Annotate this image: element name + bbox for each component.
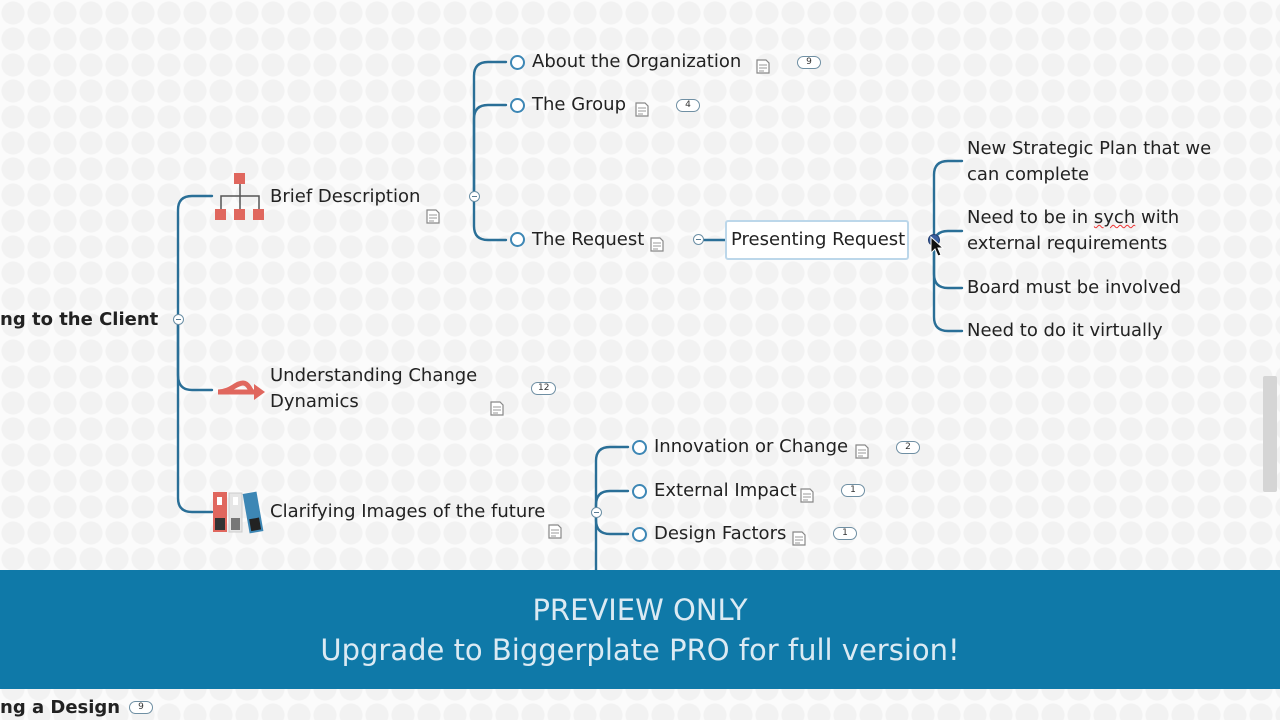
topic-presenting-request[interactable]: Presenting Request <box>731 227 905 253</box>
org-chart-icon <box>215 173 264 220</box>
count-badge: 1 <box>841 484 865 497</box>
topic-understanding-change[interactable]: Understanding Change Dynamics <box>270 363 477 415</box>
topic-understanding-change-line2: Dynamics <box>270 391 359 412</box>
topic-bubble-icon <box>510 55 525 70</box>
mouse-cursor-icon <box>930 236 944 257</box>
topic-bubble-icon <box>510 232 525 247</box>
future-collapse-button[interactable] <box>591 507 602 518</box>
root-collapse-button[interactable] <box>173 314 184 325</box>
count-badge: 4 <box>676 99 700 112</box>
topic-strategic-plan[interactable]: New Strategic Plan that we can complete <box>967 136 1227 188</box>
vertical-scrollbar-thumb[interactable] <box>1263 376 1277 492</box>
note-icon[interactable] <box>756 59 770 74</box>
topic-bubble-icon <box>632 440 647 455</box>
note-icon[interactable] <box>490 401 504 416</box>
connector-future-innovation <box>594 445 630 514</box>
brief-collapse-button[interactable] <box>469 191 480 202</box>
count-badge: 9 <box>797 56 821 69</box>
topic-understanding-change-line1: Understanding Change <box>270 365 478 386</box>
note-icon[interactable] <box>548 524 562 539</box>
topic-the-group[interactable]: The Group <box>532 92 626 118</box>
topic-the-request[interactable]: The Request <box>532 227 644 253</box>
topic-about-organization[interactable]: About the Organization <box>532 49 741 75</box>
topic-design-factors[interactable]: Design Factors <box>654 521 786 547</box>
preview-banner-title: PREVIEW ONLY <box>532 593 748 627</box>
split-arrow-icon <box>217 380 265 400</box>
topic-do-virtually[interactable]: Need to do it virtually <box>967 318 1163 344</box>
note-icon[interactable] <box>800 488 814 503</box>
misspelled-word: sych <box>1093 207 1136 228</box>
topic-external-requirements-text-a: Need to be in <box>967 207 1094 228</box>
topic-board-involved[interactable]: Board must be involved <box>967 275 1181 301</box>
request-collapse-button[interactable] <box>693 234 704 245</box>
topic-brief-description[interactable]: Brief Description <box>270 184 420 210</box>
count-badge: 1 <box>833 527 857 540</box>
note-icon[interactable] <box>635 102 649 117</box>
topic-clarifying-images[interactable]: Clarifying Images of the future <box>270 499 545 525</box>
note-icon[interactable] <box>650 237 664 252</box>
connector-root-change <box>176 318 214 392</box>
count-badge: 9 <box>129 701 153 714</box>
connector-brief-about <box>472 60 508 198</box>
connector-root-brief <box>176 194 214 322</box>
topic-bubble-icon <box>510 98 525 113</box>
topic-external-impact[interactable]: External Impact <box>654 478 797 504</box>
preview-banner: PREVIEW ONLY Upgrade to Biggerplate PRO … <box>0 570 1280 689</box>
connector-presenting-item1 <box>932 159 964 242</box>
note-icon[interactable] <box>792 531 806 546</box>
count-badge: 2 <box>896 441 920 454</box>
note-icon[interactable] <box>426 209 440 224</box>
root-topic-label[interactable]: ng to the Client <box>0 307 158 333</box>
note-icon[interactable] <box>855 444 869 459</box>
topic-strategic-plan-text: New Strategic Plan that we can complete <box>967 138 1212 185</box>
preview-banner-upgrade-text[interactable]: Upgrade to Biggerplate PRO for full vers… <box>0 632 1280 668</box>
connector-root-future <box>176 318 214 514</box>
topic-bubble-icon <box>632 527 647 542</box>
topic-bottom-cut[interactable]: ng a Design <box>0 695 120 720</box>
count-badge: 12 <box>531 382 557 395</box>
topic-external-requirements[interactable]: Need to be in sych with external require… <box>967 205 1217 257</box>
binders-icon <box>213 491 264 534</box>
connector-brief-request <box>472 194 508 242</box>
connector-brief-group <box>472 103 508 198</box>
topic-innovation-change[interactable]: Innovation or Change <box>654 434 848 460</box>
topic-bubble-icon <box>632 484 647 499</box>
